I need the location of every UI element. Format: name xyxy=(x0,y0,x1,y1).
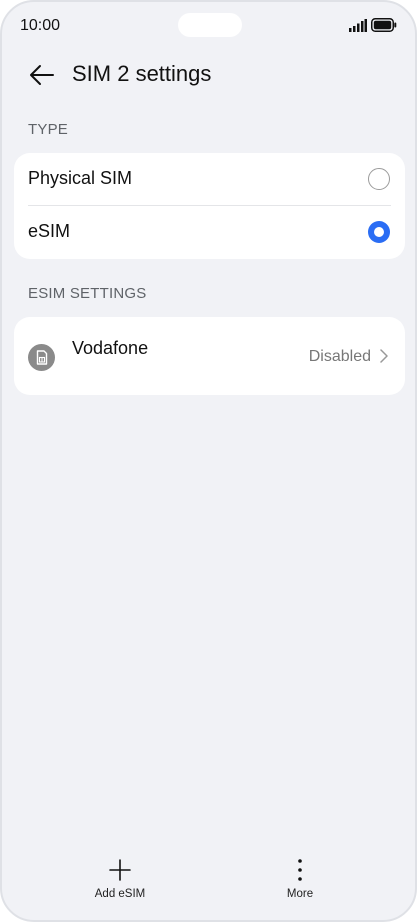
more-vertical-icon xyxy=(298,859,302,881)
chevron-right-icon xyxy=(380,349,388,363)
plus-icon xyxy=(109,859,131,881)
esim-item-vodafone[interactable]: Vodafone Disabled xyxy=(14,317,405,395)
more-label: More xyxy=(286,888,314,900)
sim-card-icon xyxy=(28,344,55,371)
bottom-toolbar: Add eSIM More xyxy=(2,850,415,920)
signal-icon xyxy=(349,18,367,32)
esim-list-card: Vodafone Disabled xyxy=(14,317,405,395)
option-label: eSIM xyxy=(28,221,71,241)
phone-frame: 10:00 SIM 2 settings TYPE Physical SIM e… xyxy=(0,0,417,922)
status-bar: 10:00 xyxy=(2,2,415,48)
esim-carrier-name: Vodafone xyxy=(72,338,149,358)
radio-unselected-icon[interactable] xyxy=(368,168,390,190)
option-label: Physical SIM xyxy=(28,168,133,188)
section-label-esim-settings: ESIM SETTINGS xyxy=(28,285,147,302)
option-physical-sim[interactable]: Physical SIM xyxy=(14,153,405,205)
back-arrow-icon[interactable] xyxy=(26,61,56,89)
esim-status: Disabled xyxy=(308,348,371,365)
add-esim-button[interactable]: Add eSIM xyxy=(75,850,165,910)
type-card: Physical SIM eSIM xyxy=(14,153,405,259)
page-title: SIM 2 settings xyxy=(72,61,212,86)
more-button[interactable]: More xyxy=(255,850,345,910)
status-time: 10:00 xyxy=(20,17,61,34)
add-esim-label: Add eSIM xyxy=(94,888,146,900)
option-esim[interactable]: eSIM xyxy=(14,206,405,258)
camera-pill xyxy=(178,13,242,37)
battery-icon xyxy=(371,18,397,32)
status-icons xyxy=(349,17,397,33)
radio-selected-icon[interactable] xyxy=(368,221,390,243)
header: SIM 2 settings xyxy=(2,54,415,96)
section-label-type: TYPE xyxy=(28,121,68,138)
